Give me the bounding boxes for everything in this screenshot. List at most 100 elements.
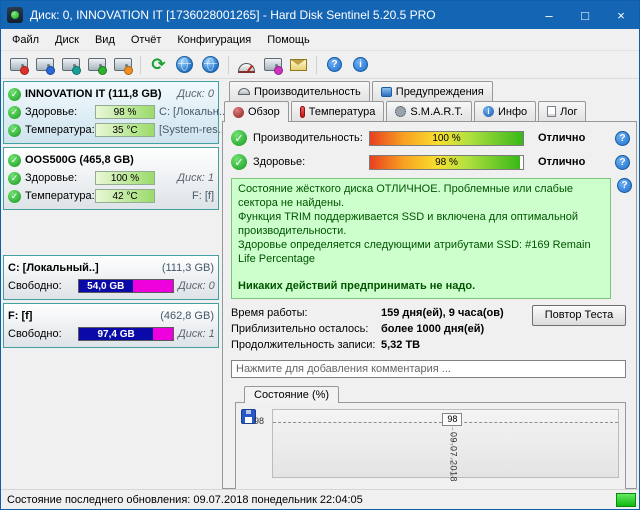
performance-ok-icon: ✓: [231, 130, 247, 146]
help-icon[interactable]: ?: [615, 131, 630, 146]
help-icon[interactable]: ?: [615, 155, 630, 170]
overview-page: ✓ Производительность: 100 % Отлично ? ✓ …: [222, 121, 637, 489]
website-globe-icon[interactable]: [173, 53, 196, 76]
tab-row-secondary: Производительность Предупреждения: [222, 81, 637, 101]
window-controls: – □ ×: [531, 1, 639, 29]
disk-name: INNOVATION IT (111,8 GB): [25, 88, 162, 100]
disk-name: OOS500G (465,8 GB): [25, 154, 134, 166]
free-space-bar: 54,0 GB: [78, 279, 174, 293]
stat-value: более 1000 дня(ей): [381, 323, 484, 335]
disk-ok-icon: ✓: [8, 88, 21, 101]
toolbar-separator: [316, 56, 317, 74]
health-label: Здоровье:: [25, 106, 91, 118]
disk-tools-icon[interactable]: [261, 53, 284, 76]
stat-label: Продолжительность записи:: [231, 339, 381, 351]
summary-row: Состояние жёсткого диска ОТЛИЧНОЕ. Пробл…: [231, 178, 632, 299]
help-icon[interactable]: ?: [617, 178, 632, 193]
free-label: Свободно:: [8, 328, 74, 340]
health-history-chart: Состояние (%) 98 98 09.07.2018: [235, 386, 626, 484]
partition-ref: F: [f]: [192, 190, 214, 202]
comment-input[interactable]: [231, 360, 626, 378]
disk-ok-icon: ✓: [8, 154, 21, 167]
close-button[interactable]: ×: [603, 1, 639, 29]
tab-label: Температура: [309, 106, 376, 118]
tab-label: Инфо: [498, 106, 527, 118]
chart-plot: 98 09.07.2018: [272, 409, 619, 478]
health-label: Здоровье:: [253, 156, 363, 168]
window-title: Диск: 0, INNOVATION IT [1736028001265] -…: [30, 8, 531, 22]
retest-button[interactable]: Повтор Теста: [532, 305, 626, 326]
toolbar-separator: [228, 56, 229, 74]
disk-report-icon[interactable]: [7, 53, 30, 76]
menu-help[interactable]: Помощь: [259, 31, 318, 49]
stat-value: 5,32 TB: [381, 339, 420, 351]
tab-performance[interactable]: Производительность: [229, 81, 370, 101]
tab-overview[interactable]: Обзор: [224, 101, 289, 122]
tab-log[interactable]: Лог: [538, 101, 586, 121]
stat-row-written: Продолжительность записи: 5,32 TB: [231, 337, 504, 353]
performance-value: 100 %: [370, 132, 523, 145]
temperature-ok-icon: ✓: [8, 124, 21, 137]
help-icon[interactable]: ?: [323, 53, 346, 76]
tab-label: S.M.A.R.T.: [410, 106, 463, 118]
summary-line: Функция TRIM поддерживается SSD и включе…: [238, 211, 604, 239]
tab-row-primary: Обзор Температура S.M.A.R.T. i Инфо Лог: [222, 101, 637, 121]
used-segment: 97,4 GB: [79, 328, 153, 340]
menu-view[interactable]: Вид: [87, 31, 123, 49]
partition-panel-f[interactable]: F: [f] (462,8 GB) Свободно: 97,4 GB Диск…: [3, 303, 219, 348]
temperature-meter: 35 °C: [95, 123, 155, 137]
maximize-button[interactable]: □: [567, 1, 603, 29]
temperature-label: Температура:: [25, 190, 91, 202]
content-area: Производительность Предупреждения Обзор …: [222, 81, 637, 489]
document-icon: [547, 106, 556, 117]
stats-list: Время работы: 159 дня(ей), 9 часа(ов) Пр…: [231, 305, 504, 353]
disk-number: Диск: 0: [178, 280, 215, 292]
chart-tab-health-percent[interactable]: Состояние (%): [244, 386, 339, 403]
app-window: Диск: 0, INNOVATION IT [1736028001265] -…: [0, 0, 640, 510]
disk-panel-0[interactable]: ✓ INNOVATION IT (111,8 GB) Диск: 0 ✓ Здо…: [3, 81, 219, 144]
online-update-globe-icon[interactable]: [199, 53, 222, 76]
minimize-button[interactable]: –: [531, 1, 567, 29]
health-status: Отлично: [538, 156, 585, 168]
free-space-bar: 97,4 GB: [78, 327, 174, 341]
tab-smart[interactable]: S.M.A.R.T.: [386, 101, 472, 121]
mail-report-icon[interactable]: [287, 53, 310, 76]
add-disk-icon[interactable]: [85, 53, 108, 76]
health-bar: 98 %: [369, 155, 524, 170]
disk-details-icon[interactable]: [59, 53, 82, 76]
partition-panel-c[interactable]: C: [Локальный..] (111,3 GB) Свободно: 54…: [3, 255, 219, 300]
overview-icon: [233, 107, 244, 118]
menu-bar: Файл Диск Вид Отчёт Конфигурация Помощь: [1, 29, 639, 51]
menu-configuration[interactable]: Конфигурация: [169, 31, 259, 49]
tab-info[interactable]: i Инфо: [474, 101, 536, 121]
toolbar: ⟳ ? i: [1, 51, 639, 79]
menu-file[interactable]: Файл: [4, 31, 47, 49]
gauge-icon: [238, 88, 250, 95]
stat-value: 159 дня(ей), 9 часа(ов): [381, 307, 504, 319]
data-point-label: 98: [442, 413, 462, 426]
disk-number: Диск: 0: [177, 88, 214, 100]
app-icon: [7, 7, 23, 23]
health-meter: 100 %: [95, 171, 155, 185]
menu-report[interactable]: Отчёт: [123, 31, 169, 49]
disk-control-icon[interactable]: [111, 53, 134, 76]
tab-alerts[interactable]: Предупреждения: [372, 81, 493, 101]
info-icon[interactable]: i: [349, 53, 372, 76]
status-summary-box: Состояние жёсткого диска ОТЛИЧНОЕ. Пробл…: [231, 178, 611, 299]
menu-disk[interactable]: Диск: [47, 31, 87, 49]
free-label: Свободно:: [8, 280, 74, 292]
stats-block: Время работы: 159 дня(ей), 9 часа(ов) Пр…: [231, 305, 626, 353]
health-value: 98 %: [370, 156, 523, 169]
disk-panel-1[interactable]: ✓ OOS500G (465,8 GB) ✓ Здоровье: 100 % Д…: [3, 147, 219, 210]
status-bar: Состояние последнего обновления: 09.07.2…: [1, 489, 639, 509]
performance-gauge-icon[interactable]: [235, 53, 258, 76]
summary-line: Состояние жёсткого диска ОТЛИЧНОЕ. Пробл…: [238, 183, 604, 211]
partition-name: F: [f]: [8, 310, 32, 322]
gear-icon: [395, 106, 406, 117]
tab-temperature[interactable]: Температура: [291, 101, 385, 121]
disk-surface-test-icon[interactable]: [33, 53, 56, 76]
refresh-icon[interactable]: ⟳: [147, 53, 170, 76]
performance-status: Отлично: [538, 132, 585, 144]
info-icon: i: [483, 106, 494, 117]
health-row: ✓ Здоровье: 98 % Отлично ?: [231, 152, 632, 172]
